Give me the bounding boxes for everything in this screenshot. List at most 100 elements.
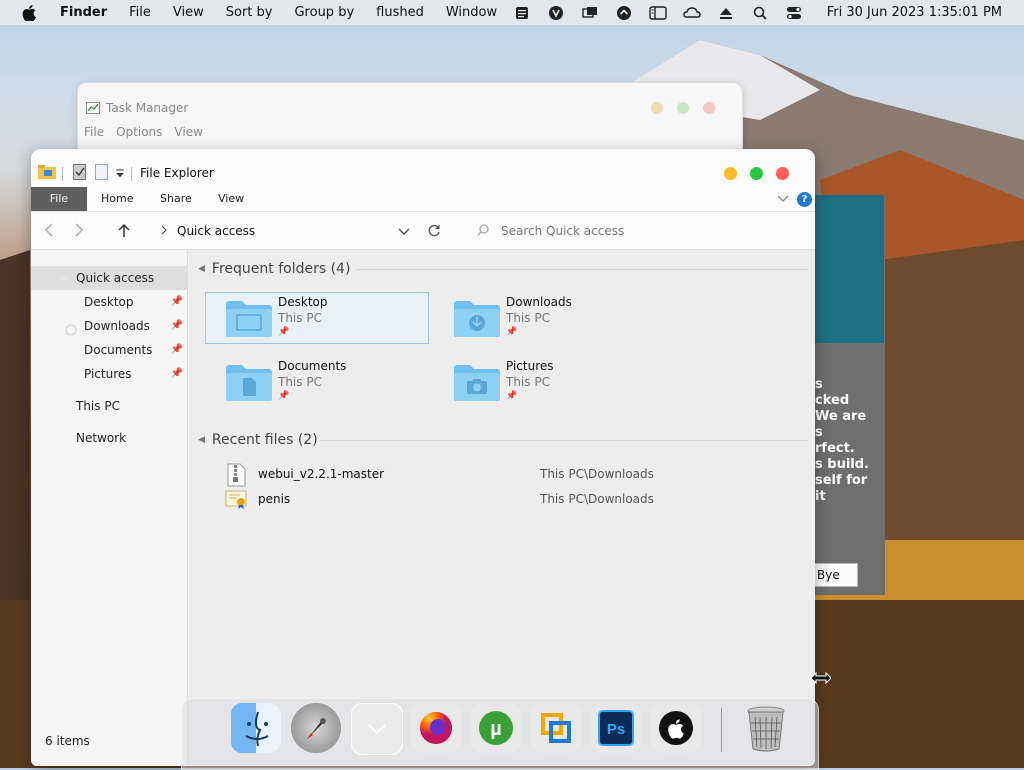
sidebar-icon[interactable] [649,5,667,21]
task-manager-title: Task Manager [86,101,188,115]
menu-flushed[interactable]: flushed [376,5,424,20]
download-icon[interactable] [615,5,633,21]
photoshop-icon[interactable]: Ps [591,703,641,753]
folder-tile-desktop[interactable]: Desktop This PC 📌 [205,292,429,344]
folder-location: This PC [278,375,322,389]
ribbon: File Home Share View ? [31,187,815,212]
content-pane: ◀ Frequent folders (4) Desktop This PC 📌… [188,250,815,766]
vpn-icon[interactable] [547,5,565,21]
task-manager-menu-options[interactable]: Options [116,125,162,139]
search-icon[interactable] [751,5,769,21]
sidebar-item-label: Documents [84,343,153,357]
task-manager-close-button[interactable] [703,102,715,114]
folder-location: This PC [506,375,550,389]
cloud-icon[interactable] [683,5,701,21]
frequent-folders-title: Frequent folders (4) [211,261,351,277]
menu-group-by[interactable]: Group by [294,5,354,20]
menu-app-name[interactable]: Finder [60,5,107,20]
certificate-file-icon [225,488,249,513]
up-arrow-icon[interactable] [117,222,131,241]
refresh-icon[interactable] [427,223,441,240]
sidebar-item-network[interactable]: Network [31,426,187,450]
customize-toolbar-chevron-icon[interactable] [115,167,125,181]
recent-file-row[interactable]: penis This PC\Downloads [225,488,815,510]
eject-icon[interactable] [717,5,735,21]
zoom-button[interactable] [750,167,763,180]
folder-location: This PC [506,311,550,325]
firefox-icon[interactable] [411,703,461,753]
search-input[interactable]: Search Quick access [501,224,624,238]
recent-file-location: This PC\Downloads [540,467,654,481]
task-manager-menu-view[interactable]: View [174,125,202,139]
background-dialog[interactable]: s cked We are s rfect. s build. self for… [815,195,885,595]
menu-view[interactable]: View [173,5,204,20]
launchpad-icon[interactable] [291,703,341,753]
menu-sort-by[interactable]: Sort by [226,5,273,20]
pin-icon: 📌 [170,320,183,331]
properties-icon[interactable] [73,164,87,183]
bye-button[interactable]: Bye [815,563,858,587]
collapse-chevron-icon: ◀ [198,264,205,274]
task-manager-minimize-button[interactable] [651,102,663,114]
status-area: Fri 30 Jun 2023 1:35:01 PM [505,0,1024,25]
tab-file[interactable]: File [31,187,87,211]
explorer-titlebar[interactable]: File Explorer [31,149,815,187]
minimize-button[interactable] [724,167,737,180]
sidebar-item-pictures[interactable]: Pictures 📌 [31,362,187,386]
dock-divider [721,708,722,752]
help-button[interactable]: ? [797,192,812,207]
divider [356,269,808,270]
notes-icon[interactable] [513,5,531,21]
folder-tile-documents[interactable]: Documents This PC 📌 [205,356,429,408]
tab-view[interactable]: View [218,187,244,211]
tab-share[interactable]: Share [160,187,192,211]
sidebar-item-desktop[interactable]: Desktop 📌 [31,290,187,314]
recent-file-row[interactable]: webui_v2.2.1-master This PC\Downloads [225,463,815,487]
folder-tile-downloads[interactable]: Downloads This PC 📌 [433,292,657,344]
utorrent-icon[interactable]: µ [471,703,521,753]
pin-icon: 📌 [278,391,290,401]
back-arrow-icon[interactable] [43,222,55,241]
control-center-icon[interactable] [785,5,803,21]
sidebar-item-label: Network [76,431,127,445]
forward-arrow-icon[interactable] [73,222,85,241]
vmware-icon[interactable] [531,703,581,753]
apple-menu-icon[interactable] [22,4,40,21]
zip-file-icon [225,463,247,490]
explorer-folder-icon[interactable] [38,165,56,182]
svg-text:Ps: Ps [607,721,625,738]
sidebar-item-label: Quick access [76,271,155,285]
task-manager-zoom-button[interactable] [677,102,689,114]
menu-file[interactable]: File [129,5,151,20]
close-button[interactable] [776,167,789,180]
finder-icon[interactable] [231,703,281,753]
downloads-stack-icon[interactable] [351,703,403,755]
desktop-folder-icon [226,300,272,341]
address-dropdown-icon[interactable] [398,226,410,240]
task-manager-menu-file[interactable]: File [84,125,104,139]
sidebar-item-quick-access[interactable]: Quick access [31,266,187,290]
recent-files-heading[interactable]: ◀ Recent files (2) [198,432,318,448]
file-explorer-window[interactable]: File Explorer File Home Share View ? Qui… [31,149,815,766]
sidebar-item-downloads[interactable]: Downloads 📌 [31,314,187,338]
expand-ribbon-chevron-icon[interactable] [777,192,789,206]
recent-files-title: Recent files (2) [211,432,318,448]
display-icon[interactable] [581,5,599,21]
folder-tile-pictures[interactable]: Pictures This PC 📌 [433,356,657,408]
frequent-folders-heading[interactable]: ◀ Frequent folders (4) [198,261,350,277]
address-path[interactable]: Quick access [177,224,255,238]
sidebar-item-label: Desktop [84,295,134,309]
sidebar-item-this-pc[interactable]: This PC [31,394,187,418]
sidebar-item-documents[interactable]: Documents 📌 [31,338,187,362]
trash-icon[interactable] [741,703,791,753]
tab-home[interactable]: Home [101,187,133,211]
downloads-folder-icon [454,300,500,341]
apple-icon[interactable] [651,703,701,753]
menu-window[interactable]: Window [446,5,497,20]
menu-clock[interactable]: Fri 30 Jun 2023 1:35:01 PM [827,5,1002,20]
sidebar-item-label: Pictures [84,367,132,381]
pin-icon: 📌 [170,296,183,307]
status-item-count: 6 items [45,734,90,748]
new-folder-icon[interactable] [95,164,109,183]
toolbar-divider [62,166,63,181]
